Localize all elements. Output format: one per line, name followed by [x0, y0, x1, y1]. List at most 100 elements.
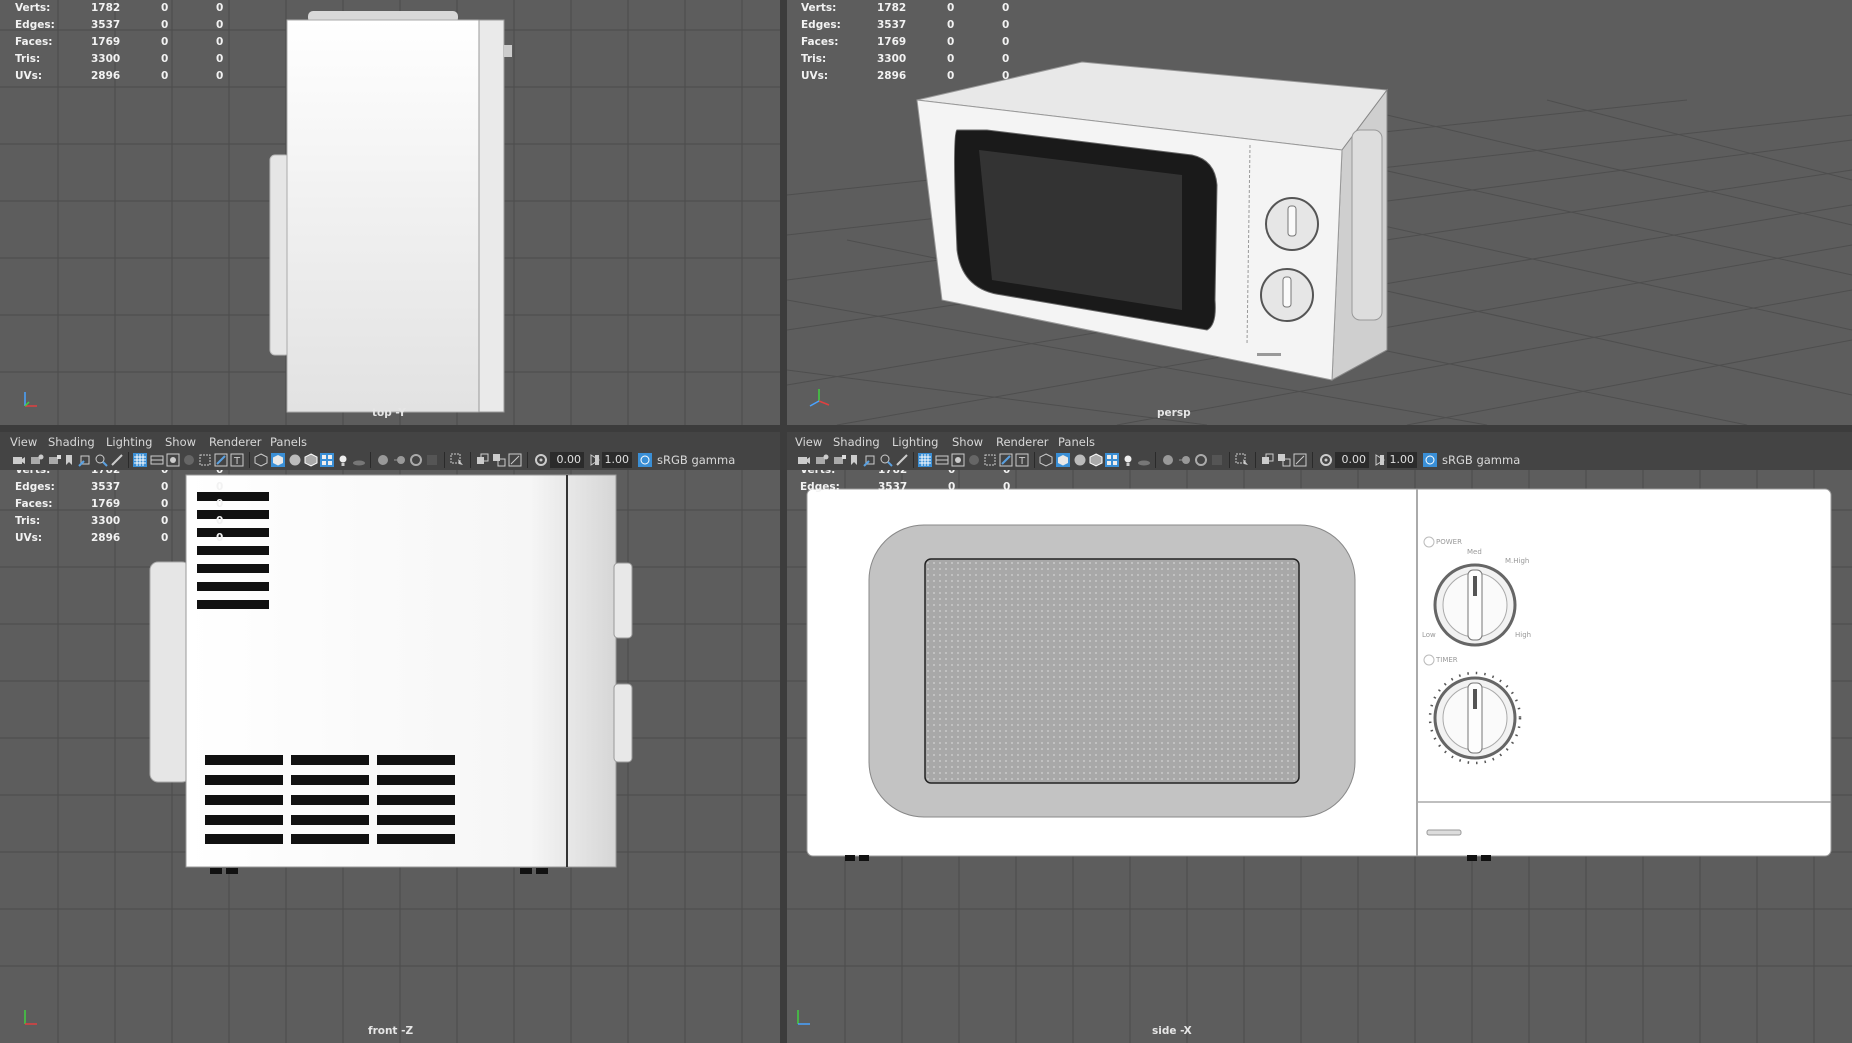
bookmark-icon[interactable] [62, 453, 76, 467]
view-transform-label[interactable]: sRGB gamma [1442, 452, 1520, 468]
image-plane-icon[interactable] [863, 453, 877, 467]
wireframe-icon[interactable] [254, 453, 268, 467]
microwave-side-view [806, 488, 1832, 861]
lights-icon[interactable] [336, 453, 350, 467]
menu-lighting[interactable]: Lighting [106, 435, 152, 449]
viewport-camera-label: side -X [1152, 1025, 1192, 1037]
grid-toggle-icon[interactable] [918, 453, 932, 467]
panel-menu-bar-left: View Shading Lighting Show Renderer Pane… [0, 432, 780, 452]
gamma-field[interactable]: 1.00 [602, 452, 632, 468]
menu-panels[interactable]: Panels [1058, 435, 1095, 449]
menu-lighting[interactable]: Lighting [892, 435, 938, 449]
stat-value: 0 [1002, 36, 1010, 48]
stat-value: 3537 [877, 19, 907, 31]
safe-title-icon[interactable]: T [230, 453, 244, 467]
camera-icon[interactable] [12, 453, 26, 467]
xray-icon[interactable] [1261, 453, 1275, 467]
stat-value: 0 [947, 19, 955, 31]
screen-space-ao-icon[interactable] [1161, 453, 1175, 467]
textured-icon[interactable] [1105, 453, 1119, 467]
color-management-icon[interactable] [638, 453, 652, 467]
2d-pan-zoom-icon[interactable] [94, 453, 108, 467]
smooth-shade-icon[interactable] [1056, 453, 1070, 467]
default-material-icon[interactable] [288, 453, 302, 467]
menu-shading[interactable]: Shading [48, 435, 95, 449]
textured-icon[interactable] [320, 453, 334, 467]
menu-shading[interactable]: Shading [833, 435, 880, 449]
film-gate-icon[interactable] [935, 453, 949, 467]
shadows-icon[interactable] [352, 453, 366, 467]
motion-blur-icon[interactable] [393, 453, 407, 467]
grid-toggle-icon[interactable] [133, 453, 147, 467]
grease-pencil-icon[interactable] [110, 453, 124, 467]
view-transform-label[interactable]: sRGB gamma [657, 452, 735, 468]
stat-label: Edges: [15, 481, 55, 493]
default-material-icon[interactable] [1073, 453, 1087, 467]
menu-show[interactable]: Show [165, 435, 196, 449]
color-management-icon[interactable] [1423, 453, 1437, 467]
camera-icon[interactable] [797, 453, 811, 467]
isolate-select-icon[interactable] [450, 453, 464, 467]
field-chart-icon[interactable] [983, 453, 997, 467]
gamma-icon[interactable] [1373, 453, 1387, 467]
xray-joints-icon[interactable] [508, 453, 522, 467]
safe-title-icon[interactable]: T [1015, 453, 1029, 467]
screen-space-ao-icon[interactable] [376, 453, 390, 467]
stat-value: 3300 [91, 515, 121, 527]
microwave-top-view [269, 11, 512, 413]
menu-renderer[interactable]: Renderer [996, 435, 1049, 449]
wireframe-on-shaded-icon[interactable] [1089, 453, 1103, 467]
viewport-front[interactable]: Verts: 1782 0 0 Edges: 3537 0 0 Faces: 1769 0 0 T… [0, 470, 780, 1043]
gate-mask-icon[interactable] [967, 453, 981, 467]
exposure-field[interactable]: 0.00 [550, 452, 584, 468]
pane-splitter-vertical[interactable] [780, 0, 787, 1043]
stat-value: 0 [1002, 53, 1010, 65]
xray-active-components-icon[interactable] [1277, 453, 1291, 467]
camera-attributes-icon[interactable] [815, 453, 829, 467]
stat-value: 0 [161, 19, 169, 31]
exposure-field[interactable]: 0.00 [1335, 452, 1369, 468]
camera-attributes-icon[interactable] [30, 453, 44, 467]
viewport-top[interactable]: Verts: 1782 0 0 Edges: 3537 0 0 Faces: 1769 0 0 T… [0, 0, 780, 425]
xray-active-components-icon[interactable] [492, 453, 506, 467]
bookmark-camera-icon[interactable] [833, 453, 847, 467]
image-plane-icon[interactable] [78, 453, 92, 467]
pane-splitter-horizontal[interactable] [0, 425, 1852, 432]
smooth-shade-icon[interactable] [271, 453, 285, 467]
wireframe-on-shaded-icon[interactable] [304, 453, 318, 467]
field-chart-icon[interactable] [198, 453, 212, 467]
bookmark-camera-icon[interactable] [48, 453, 62, 467]
2d-pan-zoom-icon[interactable] [879, 453, 893, 467]
safe-action-icon[interactable] [214, 453, 228, 467]
menu-view[interactable]: View [10, 435, 37, 449]
viewport-side[interactable]: Verts: 1782 0 0 Edges: 3537 0 0 POWER Med M.Hi… [787, 470, 1852, 1043]
menu-panels[interactable]: Panels [270, 435, 307, 449]
resolution-gate-icon[interactable] [951, 453, 965, 467]
wireframe-icon[interactable] [1039, 453, 1053, 467]
menu-show[interactable]: Show [952, 435, 983, 449]
bookmark-icon[interactable] [847, 453, 861, 467]
multisample-aa-icon[interactable] [1194, 453, 1208, 467]
lights-icon[interactable] [1121, 453, 1135, 467]
xray-joints-icon[interactable] [1293, 453, 1307, 467]
gate-mask-icon[interactable] [182, 453, 196, 467]
safe-action-icon[interactable] [999, 453, 1013, 467]
isolate-select-icon[interactable] [1235, 453, 1249, 467]
stat-value: 0 [216, 36, 224, 48]
xray-icon[interactable] [476, 453, 490, 467]
gamma-icon[interactable] [588, 453, 602, 467]
viewport-persp[interactable]: Verts: 1782 0 0 Edges: 3537 0 0 Faces: 1769 0 0 T… [787, 0, 1852, 425]
menu-renderer[interactable]: Renderer [209, 435, 262, 449]
depth-of-field-icon[interactable] [1210, 453, 1224, 467]
multisample-aa-icon[interactable] [409, 453, 423, 467]
gamma-field[interactable]: 1.00 [1387, 452, 1417, 468]
resolution-gate-icon[interactable] [166, 453, 180, 467]
shadows-icon[interactable] [1137, 453, 1151, 467]
exposure-icon[interactable] [1319, 453, 1333, 467]
motion-blur-icon[interactable] [1178, 453, 1192, 467]
film-gate-icon[interactable] [150, 453, 164, 467]
grease-pencil-icon[interactable] [895, 453, 909, 467]
exposure-icon[interactable] [534, 453, 548, 467]
depth-of-field-icon[interactable] [425, 453, 439, 467]
menu-view[interactable]: View [795, 435, 822, 449]
